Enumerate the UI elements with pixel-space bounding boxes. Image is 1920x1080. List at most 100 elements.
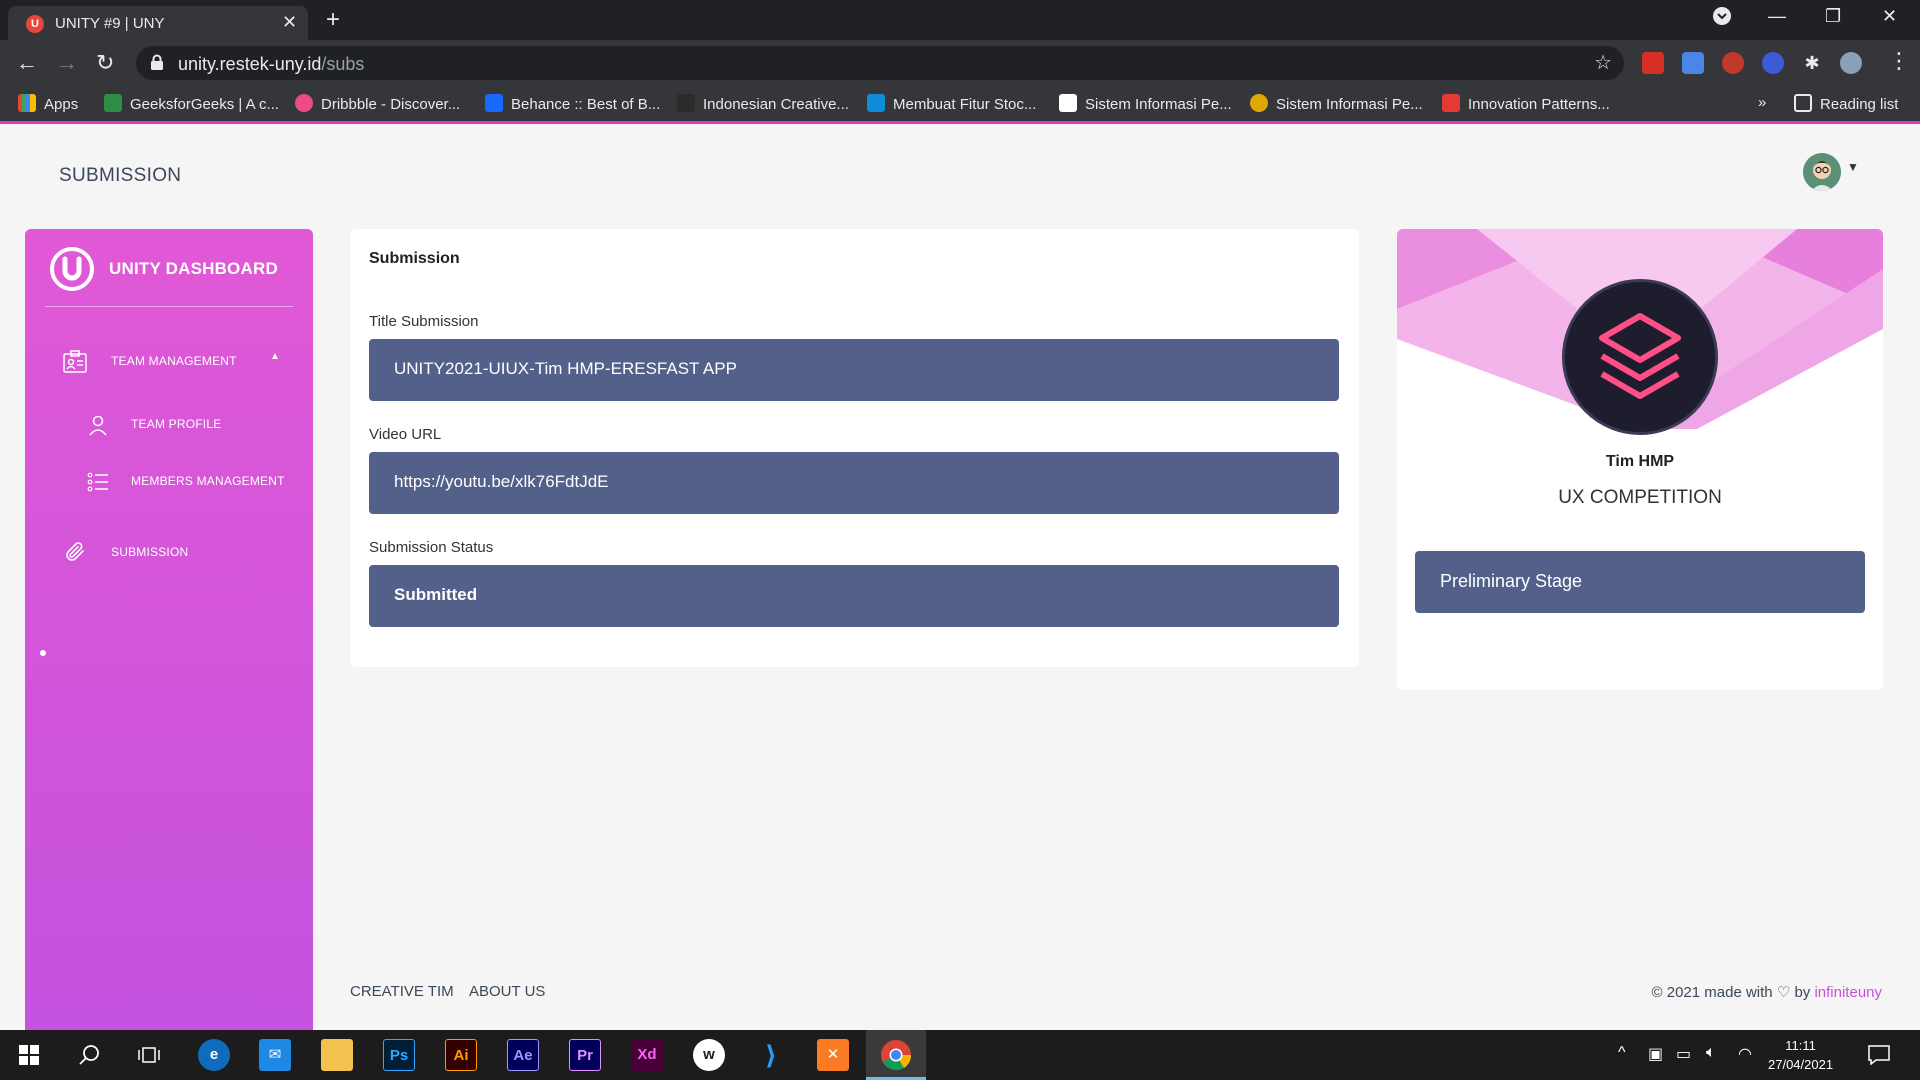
unity-favicon-icon: U xyxy=(26,15,44,33)
footer-link-creative-tim[interactable]: CREATIVE TIM xyxy=(350,983,454,1000)
file-explorer-icon[interactable] xyxy=(321,1039,353,1071)
app-icon[interactable]: w xyxy=(693,1039,725,1071)
footer-link-about-us[interactable]: ABOUT US xyxy=(469,983,545,1000)
sidebar-item-team-profile[interactable]: TEAM PROFILE xyxy=(131,417,221,431)
id-card-icon xyxy=(63,350,87,373)
title-submission-label: Title Submission xyxy=(369,313,479,330)
video-url-label: Video URL xyxy=(369,426,442,443)
bookmarks-bar: Apps GeeksforGeeks | A c... Dribbble - D… xyxy=(0,86,1920,124)
chevron-down-icon[interactable]: ▼ xyxy=(1847,160,1859,174)
footer-brand-link[interactable]: infiniteuny xyxy=(1814,984,1882,1001)
bookmark-item[interactable]: GeeksforGeeks | A c... xyxy=(104,94,279,113)
new-tab-button[interactable]: + xyxy=(326,6,340,34)
footer-copyright: © 2021 made with ♡ by infiniteuny xyxy=(1651,984,1882,1001)
extension-icon[interactable] xyxy=(1722,52,1744,74)
bookmark-item[interactable]: Behance :: Best of B... xyxy=(485,94,660,113)
task-view-icon[interactable] xyxy=(138,1045,160,1065)
sidebar-item-submission[interactable]: SUBMISSION xyxy=(111,545,188,559)
system-clock[interactable]: 11:11 27/04/2021 xyxy=(1768,1036,1833,1074)
vscode-icon[interactable]: ⟩ xyxy=(755,1039,787,1071)
bookmarks-overflow-icon[interactable]: » xyxy=(1758,94,1766,111)
wifi-icon[interactable]: ◠ xyxy=(1738,1044,1752,1064)
team-logo xyxy=(1562,279,1718,435)
puzzle-extensions-icon[interactable]: ✱ xyxy=(1801,52,1823,74)
reading-list-icon xyxy=(1794,94,1812,112)
translate-extension-icon[interactable] xyxy=(1682,52,1704,74)
minimize-icon[interactable]: — xyxy=(1768,6,1786,27)
code-icon xyxy=(867,94,885,112)
stage-value: Preliminary Stage xyxy=(1440,571,1583,591)
search-icon[interactable] xyxy=(78,1044,100,1066)
bookmark-item[interactable]: Membuat Fitur Stoc... xyxy=(867,94,1036,113)
pkp-icon xyxy=(1059,94,1077,112)
innovation-icon xyxy=(1442,94,1460,112)
reading-list-button[interactable]: Reading list xyxy=(1794,94,1898,113)
behance-icon xyxy=(485,94,503,112)
chevron-up-icon[interactable]: ^ xyxy=(1618,1044,1626,1062)
url-text: unity.restek-uny.id/subs xyxy=(178,54,365,74)
close-window-icon[interactable]: ✕ xyxy=(1882,6,1897,27)
unity-logo-icon xyxy=(50,247,94,291)
video-url-field[interactable]: https://youtu.be/xlk76FdtJdE xyxy=(369,452,1339,514)
close-tab-icon[interactable]: ✕ xyxy=(282,12,297,33)
heart-icon: ♡ xyxy=(1776,984,1791,1001)
xd-icon[interactable]: Xd xyxy=(631,1039,663,1071)
bookmark-apps[interactable]: Apps xyxy=(18,94,78,113)
stage-field[interactable]: Preliminary Stage xyxy=(1415,551,1865,613)
avatar-icon xyxy=(1803,153,1841,191)
mail-icon[interactable]: ✉ xyxy=(259,1039,291,1071)
divider xyxy=(45,306,293,307)
browser-menu-icon[interactable]: ⋮ xyxy=(1888,48,1910,74)
chrome-icon xyxy=(881,1040,912,1071)
apps-grid-icon xyxy=(18,94,36,112)
sidebar-item-members-management[interactable]: MEMBERS MANAGEMENT xyxy=(131,474,285,488)
tab-search-icon[interactable] xyxy=(1712,6,1732,31)
premiere-icon[interactable]: Pr xyxy=(569,1039,601,1071)
battery-icon[interactable]: ▭ xyxy=(1676,1044,1691,1064)
volume-icon[interactable]: 🔈︎ xyxy=(1706,1044,1716,1062)
bookmark-star-icon[interactable]: ☆ xyxy=(1594,50,1612,75)
video-url-value: https://youtu.be/xlk76FdtJdE xyxy=(394,472,609,491)
extension-icon[interactable] xyxy=(1762,52,1784,74)
notifications-icon[interactable] xyxy=(1868,1045,1890,1065)
photoshop-icon[interactable]: Ps xyxy=(383,1039,415,1071)
dashboard-page: SUBMISSION ▼ UNITY DASHBOARD TEAM MANAGE… xyxy=(0,127,1920,1030)
submission-status-field[interactable]: Submitted xyxy=(369,565,1339,627)
dribbble-icon xyxy=(295,94,313,112)
forward-icon[interactable]: → xyxy=(56,50,78,76)
xampp-icon[interactable]: ✕ xyxy=(817,1039,849,1071)
chevron-up-icon[interactable]: ▲ xyxy=(270,351,280,362)
bookmark-item[interactable]: Innovation Patterns... xyxy=(1442,94,1610,113)
restore-icon[interactable]: ❐ xyxy=(1825,6,1841,27)
after-effects-icon[interactable]: Ae xyxy=(507,1039,539,1071)
bookmark-item[interactable]: Sistem Informasi Pe... xyxy=(1059,94,1232,113)
list-icon xyxy=(87,472,108,492)
back-icon[interactable]: ← xyxy=(16,50,38,76)
brand-title: UNITY DASHBOARD xyxy=(109,259,278,278)
profile-avatar-icon[interactable] xyxy=(1840,52,1862,74)
lock-icon xyxy=(151,54,163,70)
title-submission-value: UNITY2021-UIUX-Tim HMP-ERESFAST APP xyxy=(394,359,737,378)
bookmark-item[interactable]: Sistem Informasi Pe... xyxy=(1250,94,1423,113)
chrome-taskbar-button[interactable] xyxy=(866,1030,926,1080)
bookmark-item[interactable]: Dribbble - Discover... xyxy=(295,94,460,113)
tab-title: UNITY #9 | UNY xyxy=(55,15,165,32)
university-icon xyxy=(1250,94,1268,112)
user-avatar[interactable] xyxy=(1803,153,1841,191)
illustrator-icon[interactable]: Ai xyxy=(445,1039,477,1071)
card-title: Submission xyxy=(369,250,460,267)
team-name: Tim HMP xyxy=(1605,453,1675,470)
browser-tab-bar: U UNITY #9 | UNY ✕ + — ❐ ✕ xyxy=(0,0,1920,40)
reload-icon[interactable]: ↻ xyxy=(96,50,114,76)
browser-tab[interactable]: U UNITY #9 | UNY ✕ xyxy=(8,6,308,40)
windows-start-icon[interactable] xyxy=(19,1045,39,1065)
submission-status-value: Submitted xyxy=(394,585,478,604)
sidebar-item-team-management[interactable]: TEAM MANAGEMENT xyxy=(111,354,237,368)
address-bar[interactable]: unity.restek-uny.id/subs ☆ xyxy=(136,46,1624,80)
bookmark-item[interactable]: Indonesian Creative... xyxy=(677,94,849,113)
title-submission-field[interactable]: UNITY2021-UIUX-Tim HMP-ERESFAST APP xyxy=(369,339,1339,401)
meet-now-icon[interactable]: ▣ xyxy=(1648,1044,1663,1064)
competition-category: UX COMPETITION xyxy=(1558,487,1722,508)
extension-icon[interactable] xyxy=(1642,52,1664,74)
edge-icon[interactable]: e xyxy=(198,1039,230,1071)
